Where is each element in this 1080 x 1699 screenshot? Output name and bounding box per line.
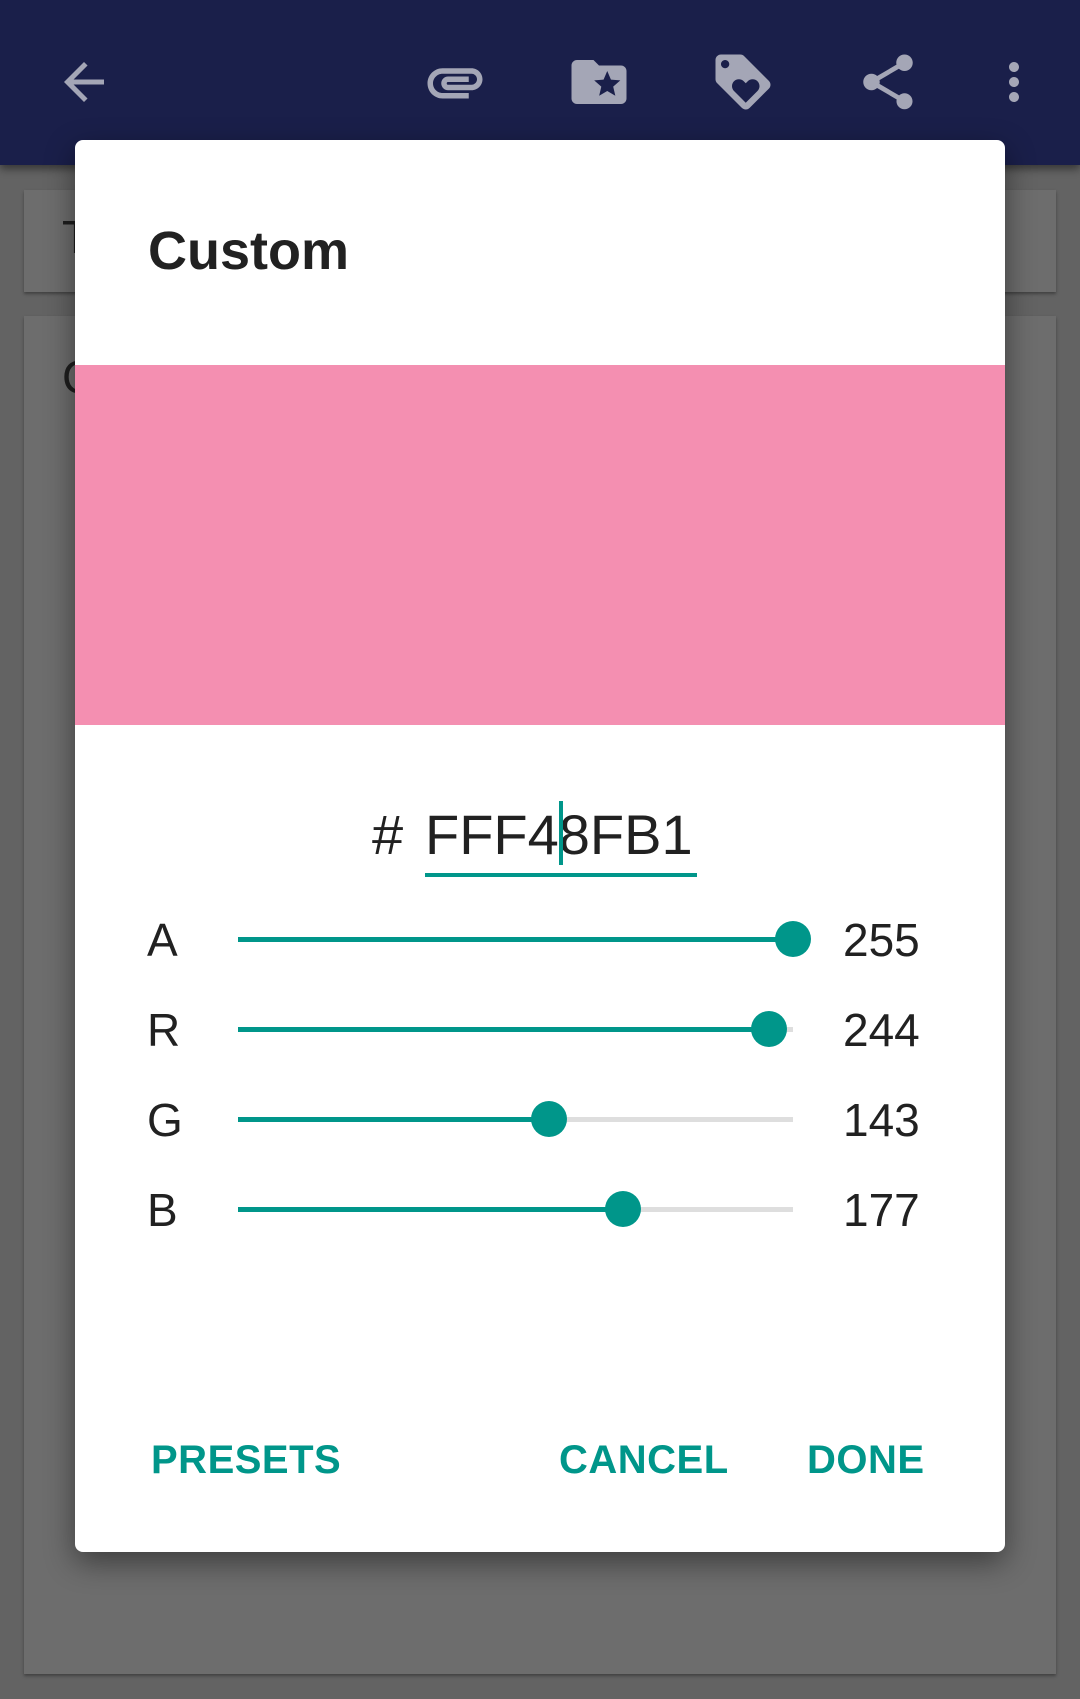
red-slider-thumb[interactable]	[751, 1011, 788, 1047]
color-preview-swatch	[75, 365, 1005, 725]
back-button[interactable]	[44, 42, 124, 122]
alpha-slider-thumb[interactable]	[775, 921, 811, 957]
share-icon	[863, 54, 913, 110]
attach-button[interactable]	[415, 42, 495, 122]
text-cursor	[559, 801, 563, 865]
green-slider-fill	[238, 1117, 550, 1122]
folder-star-icon	[571, 60, 627, 104]
blue-slider[interactable]	[238, 1191, 793, 1227]
green-label: G	[147, 1094, 183, 1146]
alpha-label: A	[147, 914, 178, 966]
attachment-icon	[427, 68, 483, 99]
hex-input-row: #	[75, 795, 1005, 877]
color-picker-dialog: Custom # A 255 R 244 G 143 B	[75, 140, 1005, 1552]
alpha-slider-row: A 255	[75, 900, 1005, 980]
green-slider-row: G 143	[75, 1080, 1005, 1160]
share-button[interactable]	[848, 42, 928, 122]
green-value: 143	[843, 1094, 920, 1146]
blue-value: 177	[843, 1184, 920, 1236]
more-vert-icon	[1009, 62, 1019, 102]
red-label: R	[147, 1004, 181, 1056]
cancel-button[interactable]: CANCEL	[555, 1430, 733, 1490]
overflow-menu-button[interactable]	[974, 42, 1054, 122]
green-slider[interactable]	[238, 1101, 793, 1137]
tag-heart-icon	[715, 54, 771, 110]
tag-button[interactable]	[703, 42, 783, 122]
back-arrow-icon	[64, 62, 104, 102]
blue-slider-fill	[238, 1207, 624, 1212]
folder-star-button[interactable]	[559, 42, 639, 122]
presets-button[interactable]: PRESETS	[147, 1430, 345, 1490]
done-button[interactable]: DONE	[803, 1430, 929, 1490]
blue-slider-thumb[interactable]	[605, 1191, 642, 1227]
alpha-slider[interactable]	[238, 921, 811, 957]
blue-label: B	[147, 1184, 178, 1236]
hex-prefix: #	[372, 803, 404, 866]
blue-slider-row: B 177	[75, 1170, 1005, 1250]
red-slider-fill	[238, 1027, 770, 1032]
alpha-slider-fill	[238, 937, 793, 942]
alpha-value: 255	[843, 914, 920, 966]
green-slider-thumb[interactable]	[531, 1101, 568, 1137]
red-slider[interactable]	[238, 1011, 793, 1047]
dialog-title: Custom	[148, 221, 349, 281]
red-slider-row: R 244	[75, 990, 1005, 1070]
red-value: 244	[843, 1004, 920, 1056]
